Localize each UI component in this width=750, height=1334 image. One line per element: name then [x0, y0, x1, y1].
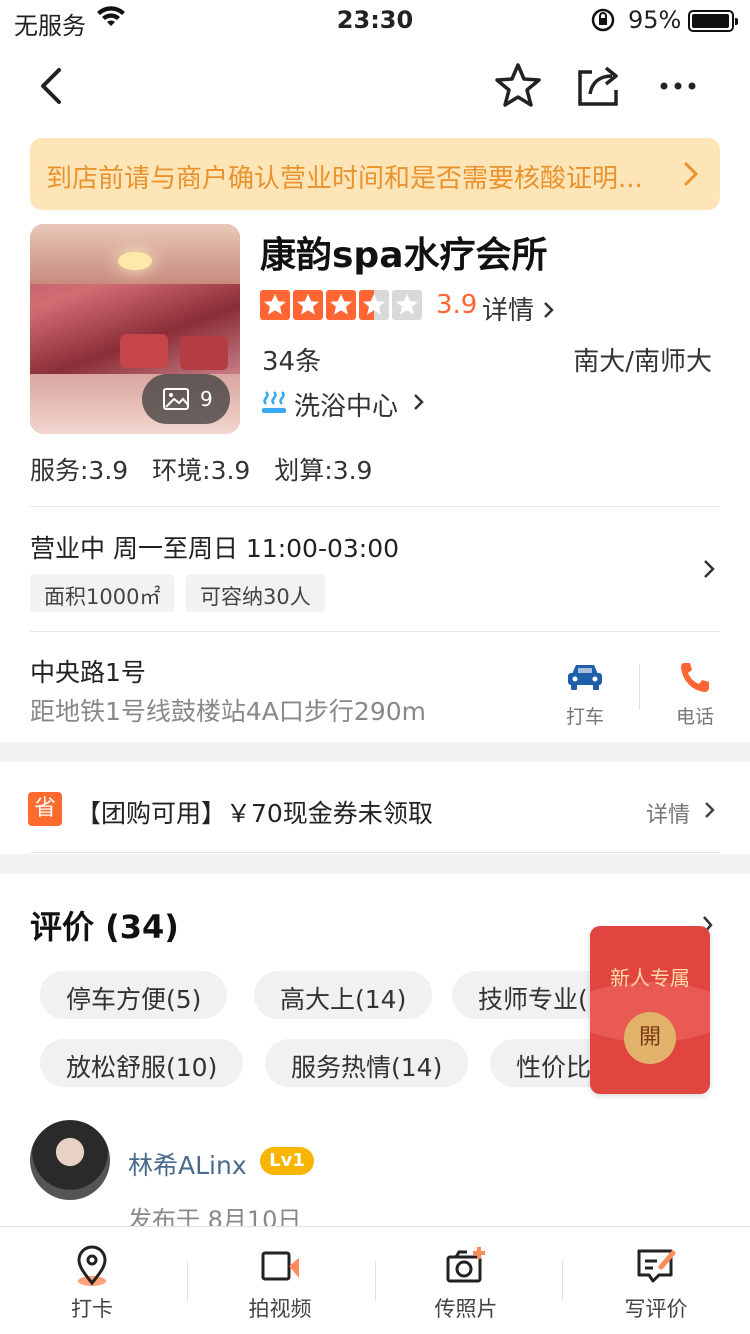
- checkin-label: 打卡: [71, 1297, 113, 1321]
- phone-label: 电话: [675, 706, 714, 728]
- new-user-red-packet[interactable]: 新人专属 開: [590, 926, 710, 1094]
- section-gap: [0, 742, 750, 762]
- business-hours[interactable]: 营业中 周一至周日 11:00-03:00: [30, 529, 399, 565]
- avatar[interactable]: [30, 1120, 110, 1200]
- red-packet-label: 新人专属: [610, 966, 690, 990]
- sub-scores: 服务:3.9 环境:3.9 划算:3.9: [30, 451, 388, 487]
- star-icon: [260, 290, 290, 320]
- coupon-icon: 省: [28, 792, 62, 826]
- rating-value: 3.9: [436, 290, 478, 320]
- reviews-title[interactable]: 评价 (34): [30, 902, 179, 948]
- chevron-right-icon: [410, 390, 428, 414]
- camera-plus-icon: [445, 1245, 487, 1287]
- notice-text: 到店前请与商户确认营业时间和是否需要核酸证明...: [46, 164, 643, 194]
- divider: [562, 1261, 563, 1301]
- divider: [187, 1261, 188, 1301]
- star-icon: [392, 290, 422, 320]
- review-tag[interactable]: 停车方便(5): [40, 971, 228, 1019]
- back-icon[interactable]: [26, 60, 78, 112]
- write-review-label: 写评价: [624, 1297, 688, 1321]
- chevron-right-icon[interactable]: [702, 798, 718, 822]
- star-icon: [293, 290, 323, 320]
- battery-percent: 95%: [628, 6, 682, 34]
- score-service: 服务:3.9: [30, 456, 129, 485]
- review-tag[interactable]: 放松舒服(10): [40, 1039, 244, 1087]
- photo-count-badge[interactable]: 9: [142, 374, 230, 424]
- rating-detail-label: 详情: [482, 296, 535, 326]
- write-review-tab[interactable]: 写评价: [596, 1245, 716, 1323]
- address-distance: 距地铁1号线鼓楼站4A口步行290m: [30, 697, 426, 726]
- taxi-label: 打车: [565, 706, 604, 728]
- battery-icon: [688, 10, 738, 32]
- phone-icon: [676, 660, 714, 694]
- divider: [30, 506, 720, 507]
- phone-button[interactable]: 电话: [665, 660, 725, 729]
- address-line[interactable]: 中央路1号: [30, 653, 146, 689]
- score-value: 划算:3.9: [274, 456, 373, 485]
- write-review-icon: [635, 1245, 677, 1287]
- image-icon: [162, 387, 190, 411]
- star-icon: [326, 290, 356, 320]
- upload-photo-tab[interactable]: 传照片: [406, 1245, 526, 1323]
- section-gap: [0, 854, 750, 874]
- location-pin-icon: [71, 1245, 113, 1287]
- notice-banner[interactable]: 到店前请与商户确认营业时间和是否需要核酸证明...: [30, 138, 720, 210]
- status-bar: 无服务 23:30 95%: [0, 0, 750, 40]
- review-tag[interactable]: 高大上(14): [254, 971, 433, 1019]
- divider: [30, 852, 720, 853]
- share-icon[interactable]: [572, 60, 624, 112]
- video-tab[interactable]: 拍视频: [220, 1245, 340, 1323]
- score-environment: 环境:3.9: [152, 456, 251, 485]
- more-icon[interactable]: [652, 60, 704, 112]
- checkin-tab[interactable]: 打卡: [32, 1245, 152, 1323]
- nav-bar: [0, 50, 750, 120]
- upload-photo-label: 传照片: [434, 1297, 498, 1321]
- bottom-action-bar: 打卡 拍视频 传照片 写评价: [0, 1226, 750, 1334]
- red-packet-open-button[interactable]: 開: [624, 1012, 676, 1064]
- video-camera-icon: [259, 1245, 301, 1287]
- coupon-text[interactable]: 【团购可用】￥70现金券未领取: [76, 794, 433, 830]
- shop-photo[interactable]: 9: [30, 224, 240, 434]
- chevron-right-icon[interactable]: [700, 556, 718, 582]
- divider: [639, 664, 640, 710]
- coupon-detail-link[interactable]: 详情: [646, 797, 690, 829]
- video-label: 拍视频: [248, 1297, 312, 1321]
- level-badge: Lv1: [260, 1147, 314, 1175]
- rotation-lock-icon: [590, 7, 616, 39]
- taxi-button[interactable]: 打车: [555, 660, 615, 729]
- photo-count: 9: [200, 387, 213, 411]
- car-icon: [566, 660, 604, 694]
- rating-detail-link[interactable]: 详情: [482, 290, 556, 327]
- area-tag: 面积1000㎡: [30, 574, 175, 612]
- chevron-right-icon: [678, 156, 704, 192]
- shop-area: 南大/南师大: [573, 347, 712, 377]
- capacity-tag: 可容纳30人: [186, 574, 325, 612]
- star-icon: [359, 290, 389, 320]
- reviewer-name[interactable]: 林希ALinx: [128, 1146, 247, 1182]
- bath-icon: [260, 388, 288, 416]
- divider: [30, 631, 720, 632]
- shop-name: 康韵spa水疗会所: [260, 235, 548, 276]
- favorite-star-icon[interactable]: [492, 60, 544, 112]
- category-label: 洗浴中心: [294, 392, 399, 422]
- review-tag[interactable]: 服务热情(14): [265, 1039, 469, 1087]
- divider: [375, 1261, 376, 1301]
- review-count[interactable]: 34条: [262, 341, 321, 378]
